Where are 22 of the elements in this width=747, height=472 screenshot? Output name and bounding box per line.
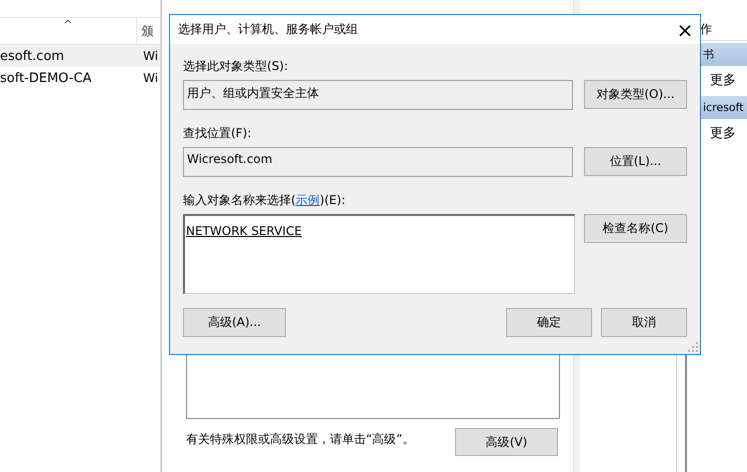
dialog-button[interactable]: 确定 <box>506 308 592 337</box>
location-field: Wicresoft.com <box>183 147 573 177</box>
list-row[interactable]: esoft.com Wi <box>0 45 160 67</box>
object-types-button[interactable]: 对象类型(O)... <box>584 80 687 109</box>
column-header[interactable]: 颁 <box>142 22 154 40</box>
dialog-button[interactable]: 取消 <box>601 308 687 337</box>
locations-button[interactable]: 位置(L)... <box>584 147 687 176</box>
check-names-button[interactable]: 检查名称(C) <box>584 214 687 243</box>
field-label: 查找位置(F): <box>183 125 252 142</box>
advanced-note: 有关特殊权限或高级设置，请单击“高级”。 <box>186 431 414 448</box>
window-title: 选择用户、计算机、服务帐户或组 <box>178 21 358 38</box>
field-label: 选择此对象类型(S): <box>183 58 290 75</box>
object-type-field: 用户、组或内置安全主体 <box>183 80 573 110</box>
resize-grip-icon[interactable] <box>688 342 698 352</box>
close-button[interactable]: × <box>670 15 700 44</box>
dialog-button[interactable]: 高级(A)... <box>183 308 286 337</box>
advanced-button[interactable]: 高级(V) <box>455 428 558 456</box>
sort-caret[interactable]: ^ <box>63 18 72 31</box>
field-label: 输入对象名称来选择(示例)(E): <box>183 192 346 209</box>
object-names-field[interactable]: NETWORK SERVICE <box>183 214 575 294</box>
actions-header: 作 <box>700 20 712 38</box>
examples-link[interactable]: 示例 <box>296 193 320 207</box>
